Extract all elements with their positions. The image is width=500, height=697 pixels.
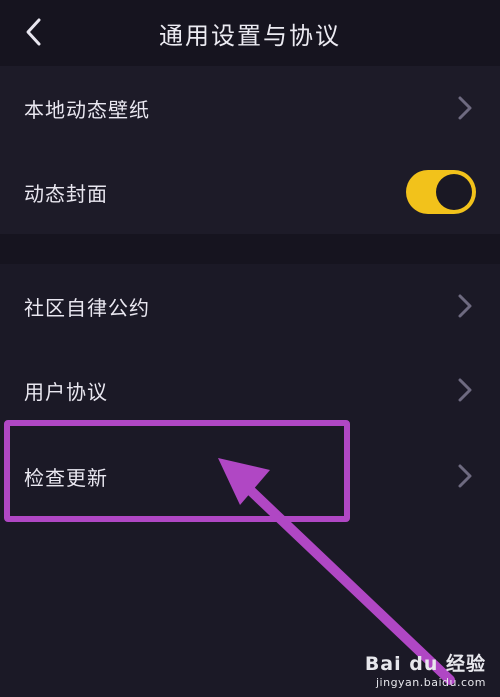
watermark-logo: Bai du 经验 <box>364 653 486 675</box>
dynamic-cover-toggle[interactable] <box>406 170 476 214</box>
page-title: 通用设置与协议 <box>159 22 341 50</box>
row-community-guidelines[interactable]: 社区自律公约 <box>0 264 500 348</box>
settings-screen: 通用设置与协议 本地动态壁纸 动态封面 社区自律公约 用户协议 检查更新 Bai… <box>0 0 500 697</box>
chevron-right-icon <box>454 290 476 322</box>
row-local-live-wallpaper[interactable]: 本地动态壁纸 <box>0 66 500 150</box>
chevron-right-icon <box>454 460 476 492</box>
row-label: 检查更新 <box>24 465 108 490</box>
row-label: 本地动态壁纸 <box>24 97 150 122</box>
row-user-agreement[interactable]: 用户协议 <box>0 348 500 432</box>
nav-header: 通用设置与协议 <box>0 0 500 66</box>
group-divider <box>0 234 500 264</box>
row-label: 用户协议 <box>24 379 108 404</box>
row-dynamic-cover: 动态封面 <box>0 150 500 234</box>
row-check-update[interactable]: 检查更新 <box>0 434 500 518</box>
watermark-url: jingyan.baidu.com <box>375 676 486 689</box>
settings-group-agreements: 社区自律公约 用户协议 检查更新 <box>0 264 500 697</box>
settings-group-display: 本地动态壁纸 动态封面 <box>0 66 500 234</box>
toggle-knob <box>436 174 472 210</box>
row-label: 社区自律公约 <box>24 295 150 320</box>
row-label: 动态封面 <box>24 181 108 206</box>
chevron-right-icon <box>454 92 476 124</box>
chevron-right-icon <box>454 374 476 406</box>
watermark: Bai du 经验 jingyan.baidu.com <box>365 649 486 689</box>
